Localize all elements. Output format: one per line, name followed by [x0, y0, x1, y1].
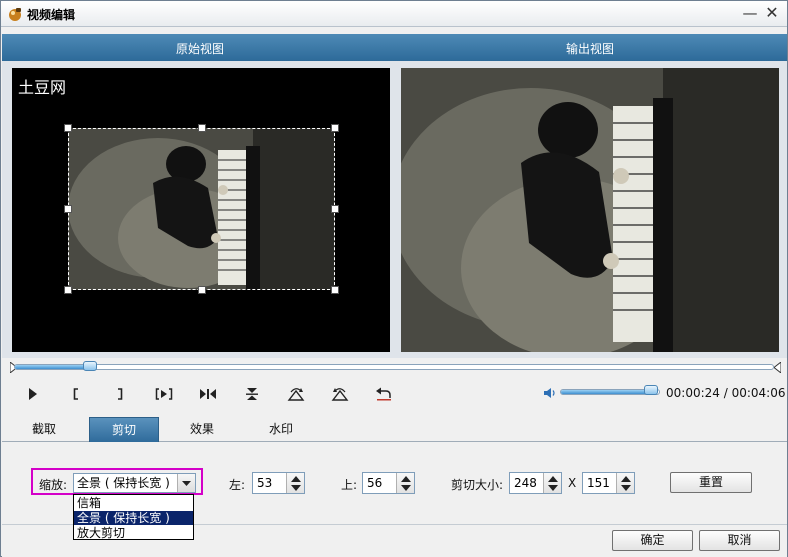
- flip-vertical-button[interactable]: [241, 384, 263, 404]
- spin-down-icon[interactable]: [621, 485, 631, 491]
- rotate-left-icon: [331, 388, 349, 401]
- step-icon: [200, 389, 216, 399]
- dropdown-option-pan-keep-ratio[interactable]: 全景 ( 保持长宽 ): [74, 511, 193, 525]
- spin-down-icon[interactable]: [291, 485, 301, 491]
- reset-button[interactable]: 重置: [670, 472, 752, 493]
- crop-handle-top-left[interactable]: [64, 124, 72, 132]
- step-button[interactable]: [197, 384, 219, 404]
- mark-out-icon: [118, 388, 123, 400]
- output-view-label: 输出视图: [566, 42, 615, 56]
- volume-thumb[interactable]: [644, 385, 659, 395]
- video-area: 土豆网: [2, 61, 787, 358]
- rotate-right-icon: [287, 388, 305, 401]
- crop-height-spinner[interactable]: 151: [582, 472, 635, 494]
- source-video-preview: 土豆网: [12, 68, 390, 352]
- ok-button[interactable]: 确定: [612, 530, 693, 551]
- spin-up-icon[interactable]: [401, 476, 411, 482]
- crop-handle-bottom[interactable]: [198, 286, 206, 294]
- time-separator: /: [719, 386, 732, 400]
- seek-end-marker-icon[interactable]: [774, 362, 781, 373]
- zoom-label: 缩放:: [39, 478, 68, 492]
- playback-controls: 00:00:24 / 00:04:06: [2, 380, 787, 408]
- seek-track[interactable]: [14, 364, 774, 370]
- total-time: 00:04:06: [731, 386, 786, 400]
- seek-fill: [15, 365, 91, 369]
- spin-up-icon[interactable]: [548, 476, 558, 482]
- left-offset-arrows[interactable]: [286, 473, 304, 493]
- play-selection-icon: [155, 388, 173, 400]
- rotate-right-button[interactable]: [285, 384, 307, 404]
- volume-icon[interactable]: [543, 387, 557, 399]
- top-offset-spinner[interactable]: 56: [362, 472, 415, 494]
- close-button[interactable]: ✕: [763, 4, 781, 22]
- undo-icon: [376, 387, 391, 401]
- play-selection-button[interactable]: [153, 384, 175, 404]
- top-offset-arrows[interactable]: [396, 473, 414, 493]
- dropdown-option-zoom-crop[interactable]: 放大剪切: [74, 526, 193, 540]
- play-button[interactable]: [22, 384, 44, 404]
- left-offset-value: 53: [257, 476, 273, 490]
- title-bar: 视频编辑 — ✕: [1, 1, 787, 27]
- flip-vertical-icon: [246, 388, 258, 400]
- crop-width-arrows[interactable]: [543, 473, 561, 493]
- crop-handle-top-right[interactable]: [331, 124, 339, 132]
- tab-trim[interactable]: 截取: [9, 417, 79, 442]
- crop-handle-right[interactable]: [331, 205, 339, 213]
- zoom-select[interactable]: 全景 ( 保持长宽 ): [73, 473, 196, 493]
- watermark-text: 土豆网: [18, 78, 67, 97]
- time-readout: 00:00:24 / 00:04:06: [666, 386, 785, 400]
- edit-tabs: 截取 剪切 效果 水印: [2, 417, 787, 442]
- mark-out-button[interactable]: [109, 384, 131, 404]
- tab-effects[interactable]: 效果: [167, 417, 237, 442]
- crop-handle-bottom-right[interactable]: [331, 286, 339, 294]
- seek-thumb[interactable]: [82, 361, 97, 371]
- minimize-button[interactable]: —: [741, 4, 759, 22]
- volume-fill: [561, 390, 653, 394]
- spin-down-icon[interactable]: [401, 485, 411, 491]
- crop-width-value: 248: [514, 476, 537, 490]
- times-label: X: [568, 476, 577, 490]
- tab-crop[interactable]: 剪切: [89, 417, 159, 442]
- crop-height-arrows[interactable]: [616, 473, 634, 493]
- zoom-select-value: 全景 ( 保持长宽 ): [77, 476, 170, 490]
- crop-height-value: 151: [587, 476, 610, 490]
- spin-up-icon[interactable]: [291, 476, 301, 482]
- window-title: 视频编辑: [27, 8, 76, 22]
- crop-handle-bottom-left[interactable]: [64, 286, 72, 294]
- play-icon: [29, 388, 37, 400]
- chevron-down-icon[interactable]: [177, 474, 195, 492]
- crop-handle-left[interactable]: [64, 205, 72, 213]
- current-time: 00:00:24: [666, 386, 720, 400]
- spin-up-icon[interactable]: [621, 476, 631, 482]
- left-label: 左:: [229, 478, 246, 492]
- source-view-label: 原始视图: [176, 42, 225, 56]
- top-offset-value: 56: [367, 476, 383, 490]
- cancel-button[interactable]: 取消: [699, 530, 780, 551]
- video-edit-window: 视频编辑 — ✕ 原始视图 输出视图 土豆网 00:00:24 / 00:04:…: [0, 0, 788, 557]
- rotate-left-button[interactable]: [329, 384, 351, 404]
- crop-size-label: 剪切大小:: [451, 478, 504, 492]
- dropdown-option-letterbox[interactable]: 信箱: [74, 496, 193, 510]
- tab-watermark[interactable]: 水印: [246, 417, 316, 442]
- output-video-preview: [401, 68, 779, 352]
- top-label: 上:: [341, 478, 358, 492]
- mark-in-button[interactable]: [65, 384, 87, 404]
- crop-selection-frame[interactable]: [64, 124, 339, 294]
- crop-width-spinner[interactable]: 248: [509, 472, 562, 494]
- left-offset-spinner[interactable]: 53: [252, 472, 305, 494]
- app-icon: [9, 8, 21, 21]
- view-header: 原始视图 输出视图: [2, 34, 787, 61]
- crop-handle-top[interactable]: [198, 124, 206, 132]
- zoom-dropdown-list[interactable]: 信箱 全景 ( 保持长宽 ) 放大剪切: [73, 494, 194, 540]
- spin-down-icon[interactable]: [548, 485, 558, 491]
- output-video-frame: [401, 68, 779, 352]
- mark-in-icon: [73, 388, 78, 400]
- undo-button[interactable]: [373, 384, 395, 404]
- seek-bar-row: [2, 358, 787, 380]
